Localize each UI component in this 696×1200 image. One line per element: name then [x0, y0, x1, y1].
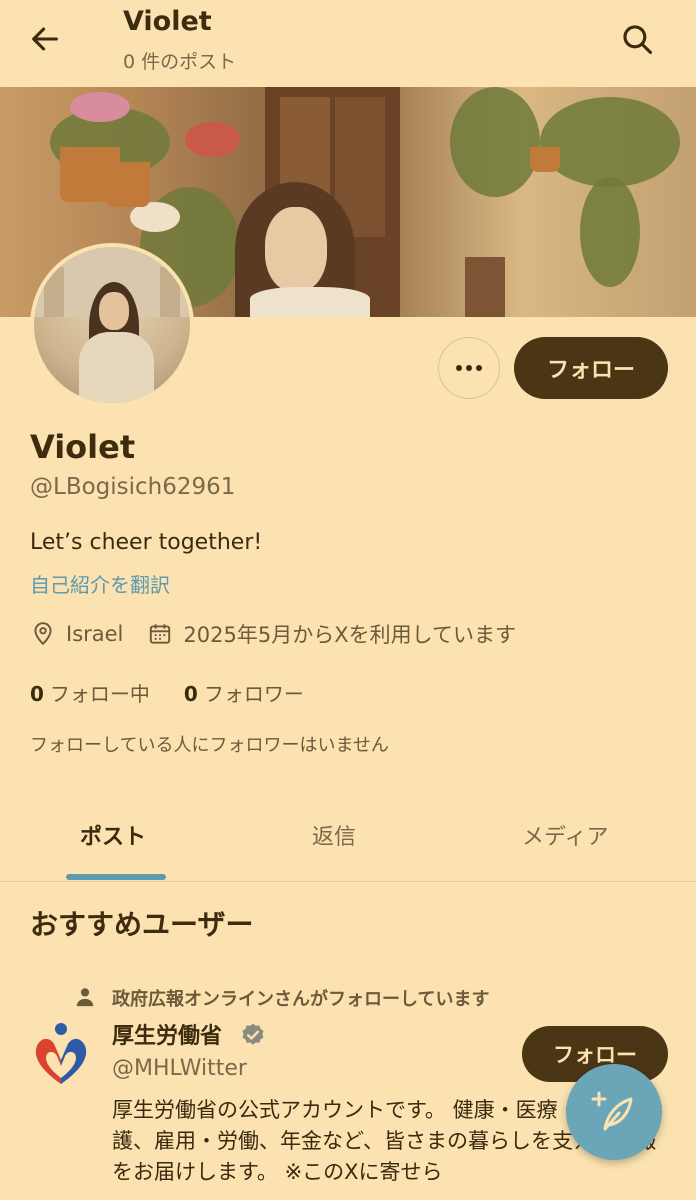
location-pin-icon [34, 622, 52, 646]
translate-bio-link[interactable]: 自己紹介を翻訳 [30, 569, 170, 598]
mhlw-logo-avatar[interactable] [30, 1020, 92, 1086]
compose-post-button[interactable] [566, 1064, 662, 1160]
compose-feather-icon [591, 1091, 633, 1131]
profile-name: Violet [30, 428, 136, 466]
profile-bio: Let’s cheer together! [30, 530, 263, 555]
more-dots-icon [456, 365, 482, 371]
tab-posts[interactable]: ポスト [80, 819, 146, 851]
following-stat[interactable]: 0 フォロー中 [30, 678, 150, 707]
recommendations-title: おすすめユーザー [30, 908, 254, 941]
social-context: 政府広報オンラインさんがフォローしています [112, 989, 490, 1010]
verified-badge-icon [242, 1023, 264, 1045]
recommended-user-handle: @MHLWitter [112, 1056, 247, 1081]
profile-avatar[interactable] [30, 243, 194, 407]
tab-media[interactable]: メディア [522, 819, 608, 851]
back-arrow-icon[interactable] [28, 22, 62, 56]
followers-stat[interactable]: 0 フォロワー [184, 678, 304, 707]
more-options-button[interactable] [438, 337, 500, 399]
calendar-icon [150, 624, 171, 644]
tab-replies[interactable]: 返信 [312, 819, 356, 851]
profile-handle: @LBogisich62961 [30, 474, 236, 500]
active-tab-indicator [66, 874, 166, 880]
follow-button[interactable]: フォロー [514, 337, 668, 399]
divider [0, 881, 696, 882]
mutual-followers-note: フォローしている人にフォロワーはいません [30, 735, 389, 756]
header-title: Violet [123, 6, 212, 37]
search-icon[interactable] [620, 22, 654, 56]
profile-meta: Israel 2025年5月からXを利用しています [30, 619, 516, 649]
profile-joined-date: 2025年5月からXを利用しています [183, 623, 516, 647]
recommended-user-name[interactable]: 厚生労働省 [112, 1018, 222, 1050]
follow-stats: 0 フォロー中 0 フォロワー [30, 678, 304, 707]
post-count: 0 件のポスト [123, 51, 237, 73]
profile-location: Israel [66, 622, 124, 646]
person-icon [76, 988, 94, 1007]
